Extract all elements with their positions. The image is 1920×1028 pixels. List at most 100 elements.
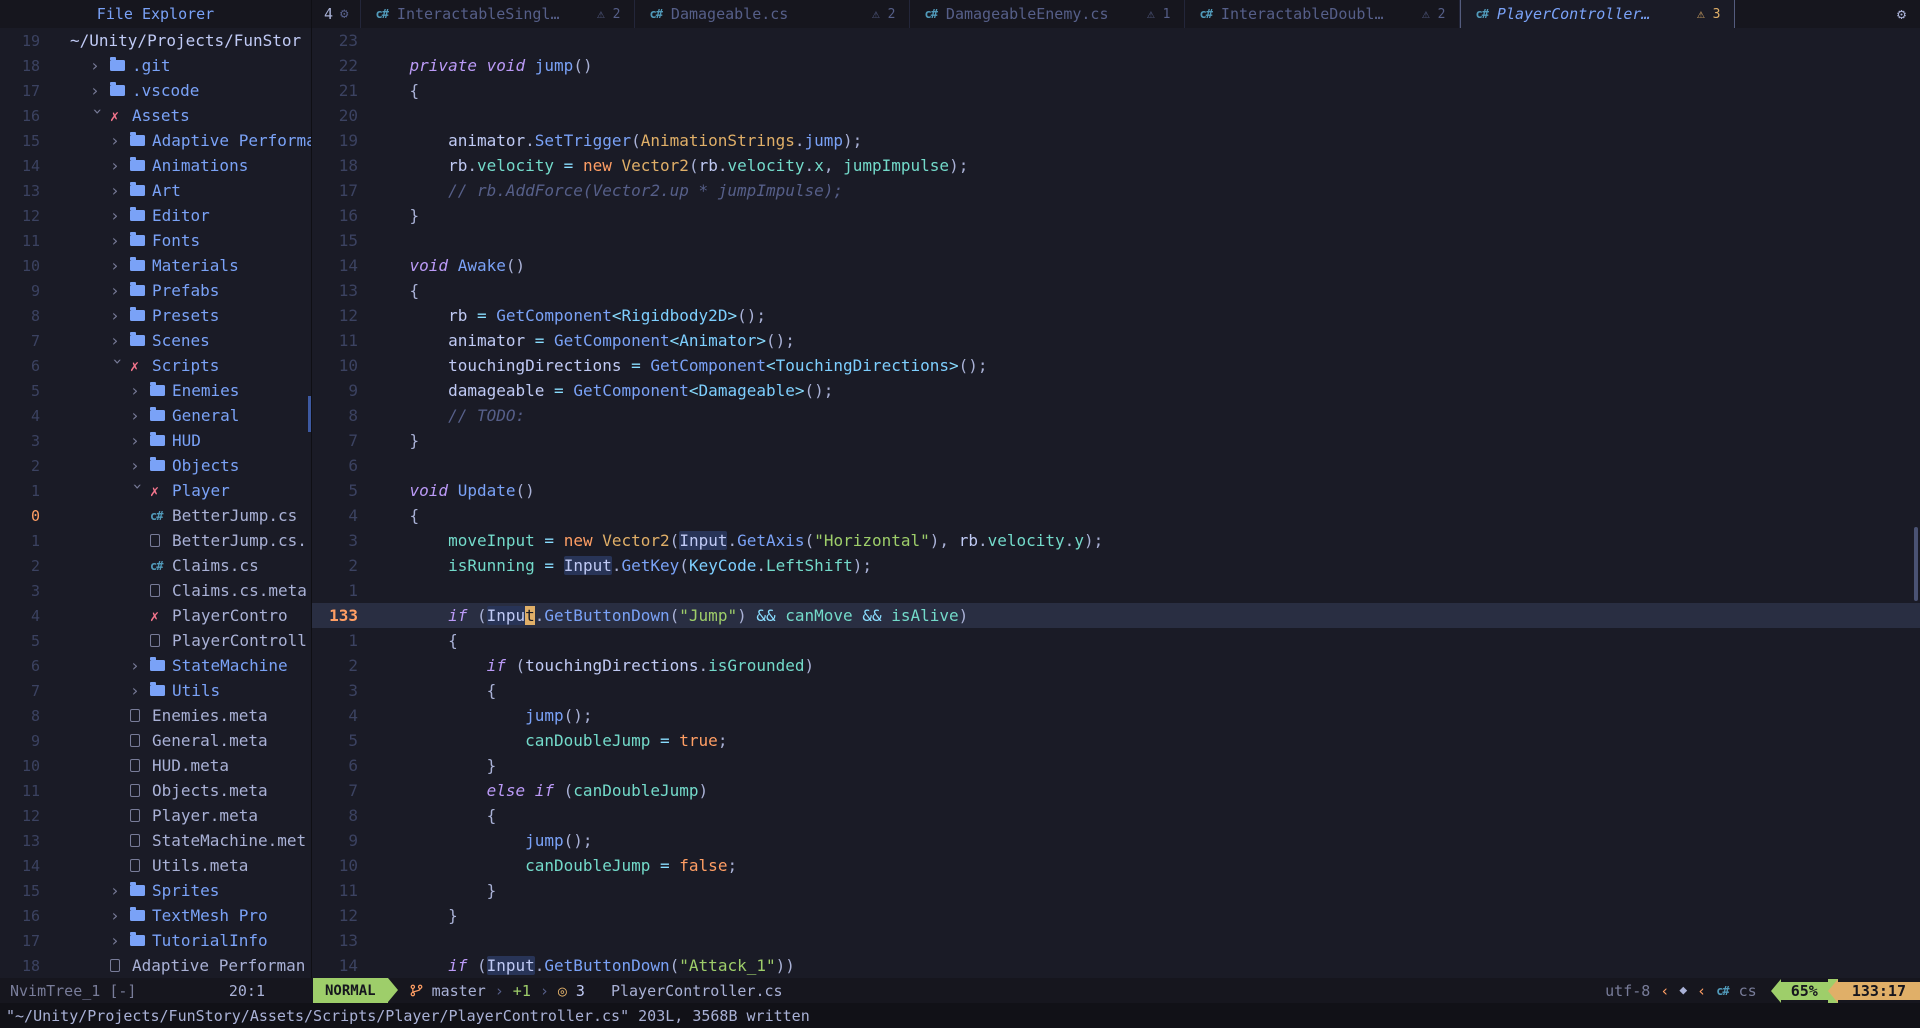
buffer-tab[interactable]: c#DamageableEnemy.cs⚠ 1 [910,0,1185,28]
code-line[interactable]: 133 if (Input.GetButtonDown("Jump") && c… [312,603,1920,628]
code-line[interactable]: 9 jump(); [312,828,1920,853]
tree-item[interactable]: 17›TutorialInfo [0,928,311,953]
tree-item[interactable]: 5›Enemies [0,378,311,403]
tree-item-icon [130,809,152,822]
tree-item[interactable]: 13StateMachine.met [0,828,311,853]
tree-item[interactable]: 18›.git [0,53,311,78]
tree-item[interactable]: 16›✗Assets [0,103,311,128]
code-line[interactable]: 4 jump(); [312,703,1920,728]
code-line[interactable]: 16 } [312,203,1920,228]
scrollbar-thumb[interactable] [308,396,311,432]
code-line[interactable]: 14 void Awake() [312,253,1920,278]
tree-item[interactable]: 10›Materials [0,253,311,278]
tree-item[interactable]: 5PlayerControll [0,628,311,653]
code-line[interactable]: 21 { [312,78,1920,103]
tree-item[interactable]: 9General.meta [0,728,311,753]
tree-item[interactable]: 3›HUD [0,428,311,453]
tree-item[interactable]: 11Objects.meta [0,778,311,803]
code-line[interactable]: 3 { [312,678,1920,703]
tree-item[interactable]: 13›Art [0,178,311,203]
tree-item[interactable]: 12Player.meta [0,803,311,828]
code-line[interactable]: 23 [312,28,1920,53]
file-icon [130,859,140,872]
line-number: 15 [312,228,358,253]
tree-item[interactable]: 11›Fonts [0,228,311,253]
tree-item[interactable]: 4›General [0,403,311,428]
tree-item[interactable]: 7›Scenes [0,328,311,353]
code-line[interactable]: 22 private void jump() [312,53,1920,78]
tree-item[interactable]: 4✗PlayerContro [0,603,311,628]
code-line[interactable]: 11 animator = GetComponent<Animator>(); [312,328,1920,353]
tree-item-content: ›✗Scripts [54,353,219,378]
scrollbar-thumb[interactable] [1914,527,1918,601]
code-line[interactable]: 10 canDoubleJump = false; [312,853,1920,878]
code-line[interactable]: 12 } [312,903,1920,928]
code-line[interactable]: 8 { [312,803,1920,828]
tree-item[interactable]: 16›TextMesh Pro [0,903,311,928]
tree-item[interactable]: 18Adaptive Performan [0,953,311,978]
code-line[interactable]: 8 // TODO: [312,403,1920,428]
tree-item[interactable]: 19~/Unity/Projects/FunStor [0,28,311,53]
tree-item[interactable]: 14Utils.meta [0,853,311,878]
buffer-tab[interactable]: c#Damageable.cs⚠ 2 [635,0,910,28]
tree-item[interactable]: 3Claims.cs.meta [0,578,311,603]
code-line[interactable]: 3 moveInput = new Vector2(Input.GetAxis(… [312,528,1920,553]
buffer-tab[interactable]: c#PlayerController…⚠ 3 [1460,0,1735,28]
code-line[interactable]: 12 rb = GetComponent<Rigidbody2D>(); [312,303,1920,328]
line-number: 9 [312,828,358,853]
code-line[interactable]: 4 { [312,503,1920,528]
line-number: 3 [312,678,358,703]
csharp-file-icon: c# [1199,7,1211,21]
settings-button[interactable]: ⚙ [1883,0,1920,28]
code-line[interactable]: 2 if (touchingDirections.isGrounded) [312,653,1920,678]
code-line[interactable]: 6 } [312,753,1920,778]
folder-closed-arrow-icon: › [110,281,130,300]
code-line[interactable]: 19 animator.SetTrigger(AnimationStrings.… [312,128,1920,153]
code-line[interactable]: 7 } [312,428,1920,453]
tree-item[interactable]: 12›Editor [0,203,311,228]
buffer-tab[interactable]: c#InteractableSingl…⚠ 2 [360,0,635,28]
code-line[interactable]: 17 // rb.AddForce(Vector2.up * jumpImpul… [312,178,1920,203]
code-line[interactable]: 13 [312,928,1920,953]
code-line[interactable]: 1 [312,578,1920,603]
tree-item[interactable]: 9›Prefabs [0,278,311,303]
separator-icon: › [495,982,504,1000]
buffer-tab[interactable]: c#InteractableDoubl…⚠ 2 [1185,0,1460,28]
code-line[interactable]: 5 canDoubleJump = true; [312,728,1920,753]
tree-item[interactable]: 1›✗Player [0,478,311,503]
folder-icon [130,135,145,146]
code-line[interactable]: 7 else if (canDoubleJump) [312,778,1920,803]
code-line[interactable]: 9 damageable = GetComponent<Damageable>(… [312,378,1920,403]
code-line[interactable]: 6 [312,453,1920,478]
tree-item[interactable]: 15›Adaptive Performan [0,128,311,153]
tree-item[interactable]: 6›StateMachine [0,653,311,678]
tree-item[interactable]: 2c#Claims.cs [0,553,311,578]
code-line[interactable]: 5 void Update() [312,478,1920,503]
code-line[interactable]: 13 { [312,278,1920,303]
code-line[interactable]: 11 } [312,878,1920,903]
tree-item[interactable]: 7›Utils [0,678,311,703]
tree-item[interactable]: 15›Sprites [0,878,311,903]
tree-item[interactable]: 8Enemies.meta [0,703,311,728]
code-line[interactable]: 14 if (Input.GetButtonDown("Attack_1")) [312,953,1920,978]
code-line[interactable]: 15 [312,228,1920,253]
code-line[interactable]: 10 touchingDirections = GetComponent<Tou… [312,353,1920,378]
code-line[interactable]: 2 isRunning = Input.GetKey(KeyCode.LeftS… [312,553,1920,578]
line-number: 4 [0,607,40,625]
gear-icon[interactable]: ⚙ [340,6,348,22]
tree-item[interactable]: 10HUD.meta [0,753,311,778]
folder-icon [150,685,165,696]
code-line[interactable]: 1 { [312,628,1920,653]
diagnostics-count: 3 [576,982,585,1000]
tree-item[interactable]: 14›Animations [0,153,311,178]
tree-item[interactable]: 6›✗Scripts [0,353,311,378]
line-number: 7 [312,778,358,803]
code-line[interactable]: 20 [312,103,1920,128]
tree-item[interactable]: 1BetterJump.cs. [0,528,311,553]
tree-item[interactable]: 8›Presets [0,303,311,328]
tree-item[interactable]: 0c#BetterJump.cs [0,503,311,528]
code-line[interactable]: 18 rb.velocity = new Vector2(rb.velocity… [312,153,1920,178]
file-explorer-title: File Explorer [0,0,312,28]
tree-item[interactable]: 2›Objects [0,453,311,478]
tree-item[interactable]: 17›.vscode [0,78,311,103]
